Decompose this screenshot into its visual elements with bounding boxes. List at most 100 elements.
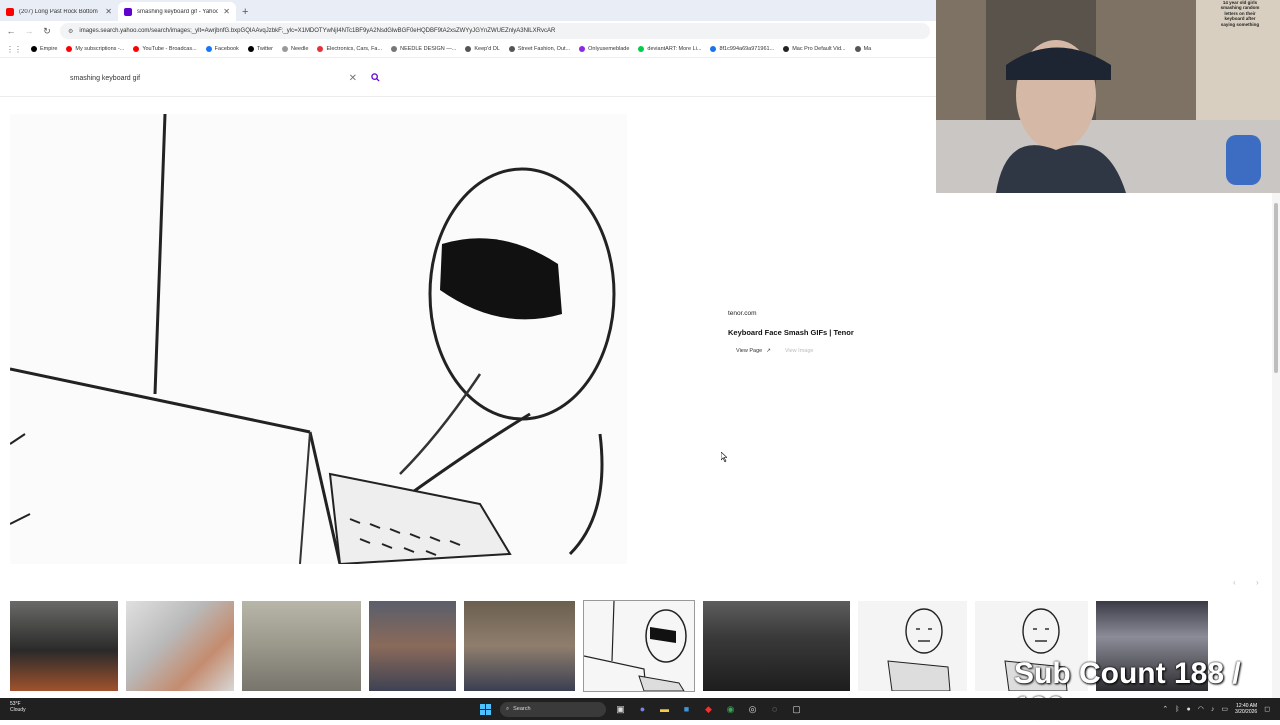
chrome-icon[interactable]: ◉ (723, 702, 738, 717)
browser-tab-youtube[interactable]: (207) Long Past Rock Bottom ✕ (0, 2, 118, 21)
bookmark-label: Twitter (256, 46, 274, 52)
weather-widget[interactable]: 53°F Cloudy (10, 701, 26, 713)
search-bar: smashing keyboard gif ✕ (60, 67, 390, 89)
thumbnail-item[interactable] (126, 601, 234, 691)
tab-title: smashing keyboard gif - Yahoo (137, 8, 219, 15)
bookmark-item[interactable]: Onlyusemeblade (579, 46, 629, 52)
microphone-icon[interactable]: ● (1186, 706, 1190, 713)
mouse-cursor-icon (721, 452, 727, 462)
apps-icon[interactable]: ⋮⋮ (6, 45, 22, 54)
notification-icon[interactable]: ◻ (1264, 705, 1270, 713)
windows-start-icon[interactable] (478, 702, 493, 717)
taskbar-apps: ⌕ Search ▣ ● ▬ ■ ◆ ◉ ◎ ◌ ▢ (478, 700, 804, 718)
close-icon[interactable]: ✕ (223, 7, 230, 16)
bookmark-item[interactable]: Twitter (247, 46, 274, 52)
globe-icon (508, 46, 515, 52)
forward-icon[interactable]: → (24, 26, 34, 36)
task-view-icon[interactable]: ▣ (613, 702, 628, 717)
globe-icon (783, 46, 790, 52)
bookmark-label: Street Fashion, Out... (517, 46, 571, 52)
bookmark-item[interactable]: 8f1c994a69a971961... (710, 46, 774, 52)
bookmark-label: NEEDLE DESIGN —... (400, 46, 457, 52)
bookmark-item[interactable]: Electronics, Cars, Fa... (317, 46, 382, 52)
bluetooth-icon[interactable]: ᛒ (1175, 706, 1179, 713)
url-text: images.search.yahoo.com/search/images;_y… (79, 28, 556, 34)
close-icon[interactable]: ✕ (105, 7, 112, 16)
bookmark-label: My subscriptions -... (75, 46, 125, 52)
view-page-label: View Page (736, 348, 763, 354)
back-icon[interactable]: ← (6, 26, 16, 36)
clear-search-icon[interactable]: ✕ (349, 73, 357, 84)
bookmarks-bar: ⋮⋮ Empire My subscriptions -... YouTube … (0, 41, 936, 58)
store-icon[interactable]: ■ (679, 702, 694, 717)
app-icon[interactable]: ▢ (789, 702, 804, 717)
thumbnail-item[interactable] (242, 601, 361, 691)
globe-icon (854, 46, 861, 52)
thumbnail-item[interactable] (10, 601, 118, 691)
preview-image[interactable] (10, 114, 627, 564)
bookmark-item[interactable]: Mac Pro Default Vid... (783, 46, 846, 52)
bookmark-item[interactable]: deviantART: More Li... (638, 46, 701, 52)
page-scrollbar[interactable] (1272, 193, 1280, 698)
result-title[interactable]: Keyboard Face Smash GIFs | Tenor (728, 328, 928, 337)
thumbnail-item[interactable] (464, 601, 575, 691)
browser-tab-yahoo[interactable]: smashing keyboard gif - Yahoo ✕ (118, 2, 236, 21)
tab-title: (207) Long Past Rock Bottom (19, 8, 98, 15)
bookmark-label: Empire (40, 46, 58, 52)
thumbnails-prev-icon[interactable]: ‹ (1233, 578, 1236, 587)
url-bar[interactable]: ⚙ images.search.yahoo.com/search/images;… (60, 23, 930, 39)
search-icon: ⌕ (506, 705, 510, 712)
thumbnail-caption-text: 14 year old girls smashing random letter… (1220, 0, 1260, 27)
reload-icon[interactable]: ↻ (42, 26, 52, 37)
new-tab-button[interactable]: + (236, 2, 254, 21)
app-red-icon[interactable]: ◆ (701, 702, 716, 717)
result-source[interactable]: tenor.com (728, 310, 928, 317)
thumbnails-next-icon[interactable]: › (1256, 578, 1259, 587)
bookmark-item[interactable]: Facebook (205, 46, 239, 52)
teams-icon[interactable]: ● (635, 702, 650, 717)
volume-icon[interactable]: ♪ (1211, 706, 1215, 713)
site-info-icon[interactable]: ⚙ (68, 28, 73, 35)
bookmark-label: YouTube - Broadcas... (142, 46, 197, 52)
view-image-button[interactable]: View Image (785, 348, 814, 354)
clock[interactable]: 12:40 AM 3/20/2026 (1235, 703, 1257, 716)
globe-icon (710, 46, 717, 52)
browser-tab-strip: (207) Long Past Rock Bottom ✕ smashing k… (0, 0, 936, 21)
bookmark-item[interactable]: Empire (31, 46, 57, 52)
app-icon[interactable]: ◎ (745, 702, 760, 717)
obs-icon[interactable]: ◌ (767, 702, 782, 717)
bookmark-item[interactable]: Street Fashion, Out... (508, 46, 571, 52)
thumbnail-item[interactable] (703, 601, 850, 691)
needle-icon (282, 46, 289, 52)
wifi-icon[interactable]: ◠ (1198, 705, 1204, 713)
battery-icon[interactable]: ▭ (1221, 705, 1228, 713)
bookmark-item[interactable]: Keep'd DL (465, 46, 500, 52)
bookmark-label: Electronics, Cars, Fa... (326, 46, 383, 52)
thumbnail-item[interactable] (369, 601, 456, 691)
windows-taskbar: 53°F Cloudy ⌕ Search ▣ ● ▬ ■ ◆ ◉ ◎ ◌ ▢ ⌃… (0, 698, 1280, 720)
bookmark-label: deviantART: More Li... (647, 46, 702, 52)
bookmark-label: 8f1c994a69a971961... (719, 46, 775, 52)
thumbnail-item-selected[interactable] (583, 600, 695, 692)
taskbar-search[interactable]: ⌕ Search (500, 701, 606, 717)
thumbnail-item[interactable] (858, 601, 967, 691)
deviantart-icon (638, 46, 645, 52)
search-input[interactable]: smashing keyboard gif (70, 75, 349, 82)
bookmark-item[interactable]: My subscriptions -... (66, 46, 124, 52)
youtube-icon (66, 46, 73, 52)
view-page-button[interactable]: View Page ↗ (728, 348, 771, 354)
bookmark-item[interactable]: NEEDLE DESIGN —... (391, 46, 456, 52)
clock-date: 3/20/2026 (1234, 709, 1258, 715)
keyboard-smash-comic-drawing (10, 114, 627, 564)
bookmark-item[interactable]: Ma (854, 46, 871, 52)
bookmark-label: Facebook (214, 46, 239, 52)
search-icon[interactable] (371, 72, 380, 84)
weather-condition: Cloudy (10, 707, 26, 713)
scrollbar-thumb[interactable] (1274, 203, 1278, 373)
chevron-up-icon[interactable]: ⌃ (1162, 705, 1168, 713)
thumbnail-comic-drawing (887, 608, 951, 691)
x-icon (247, 46, 254, 52)
file-explorer-icon[interactable]: ▬ (657, 702, 672, 717)
bookmark-item[interactable]: Needle (282, 46, 308, 52)
bookmark-item[interactable]: YouTube - Broadcas... (133, 46, 197, 52)
